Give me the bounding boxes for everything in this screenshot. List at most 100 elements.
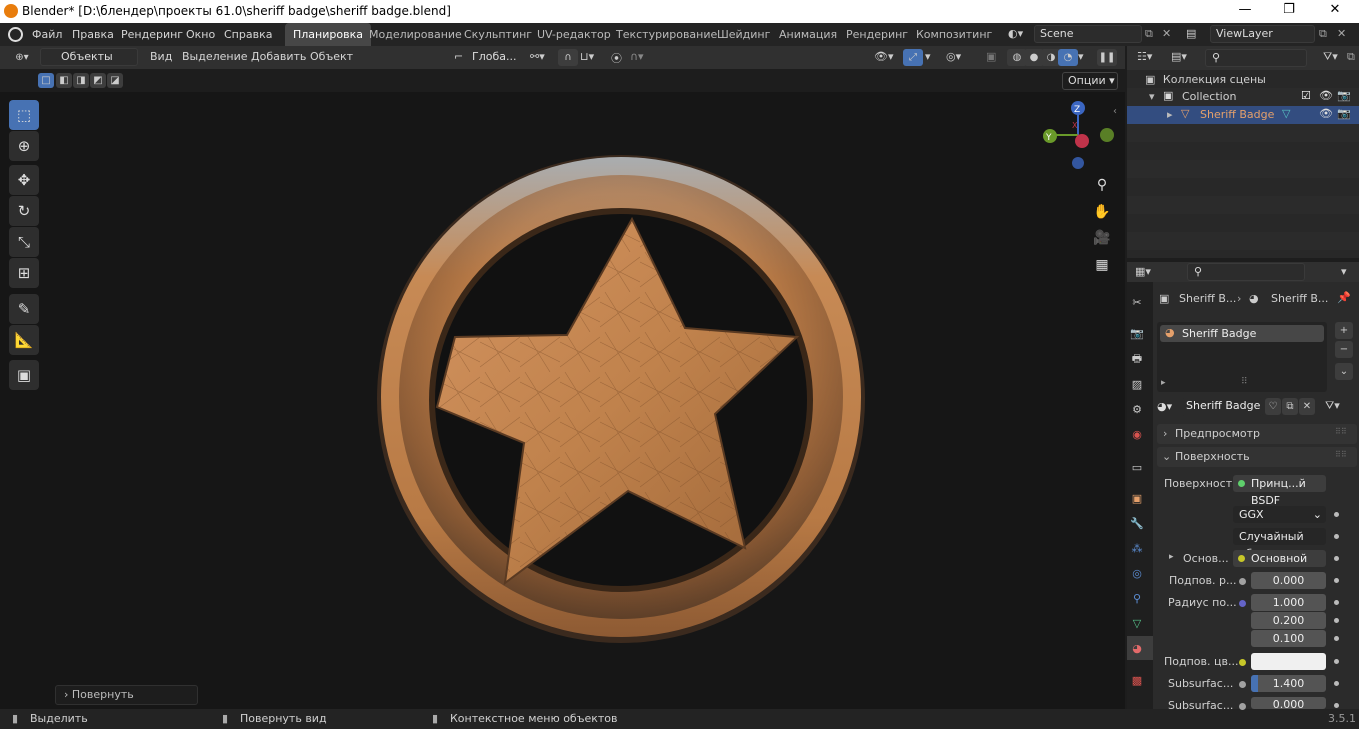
render-camera-icon[interactable]: 📷 (1337, 107, 1351, 120)
close-button[interactable]: ✕ (1312, 2, 1358, 20)
xray-icon[interactable]: ▣ (986, 50, 996, 63)
properties-editor-icon[interactable]: ▦▾ (1135, 265, 1151, 278)
view-layer-icon[interactable]: ▤ (1186, 27, 1196, 40)
keyframe-dot[interactable] (1334, 512, 1339, 517)
add-slot-button[interactable]: + (1335, 322, 1353, 339)
tab-texture-paint[interactable]: Текстурирование (608, 23, 725, 46)
material-name-field[interactable]: Sheriff Badge (1181, 398, 1263, 416)
scene-tab-icon[interactable]: ⚙ (1129, 401, 1145, 417)
sheriff-badge-model[interactable] (377, 155, 865, 643)
maximize-button[interactable]: ❐ (1266, 2, 1312, 20)
preview-panel-header[interactable]: › Предпросмотр ⠿⠿ (1157, 424, 1357, 444)
surface-shader-selector[interactable]: Принц...й BSDF (1233, 475, 1326, 507)
unlink-material-icon[interactable]: ✕ (1299, 398, 1315, 415)
snap-icon[interactable]: ∩ (558, 49, 578, 66)
texture-tab-icon[interactable]: ▩ (1129, 672, 1145, 688)
tab-sculpting[interactable]: Скульптинг (456, 23, 540, 46)
rendered-shading-icon[interactable]: ◔ (1058, 49, 1078, 66)
subsurface-anisotropy-field[interactable]: 0.000 (1251, 697, 1326, 709)
keyframe-dot[interactable] (1334, 556, 1339, 561)
base-color-link[interactable]: Основной цвет (1233, 550, 1326, 582)
new-collection-icon[interactable]: ⧉ (1347, 50, 1355, 64)
viewport-menu-view[interactable]: Вид (150, 50, 172, 63)
pause-render-icon[interactable]: ❚❚ (1097, 49, 1117, 66)
select-new-icon[interactable]: □ (38, 73, 54, 88)
subsurface-method-dropdown[interactable]: Случайный об... ⌄ (1233, 528, 1326, 560)
collection-tab-icon[interactable]: ▭ (1129, 459, 1145, 475)
radius-y-field[interactable]: 0.200 (1251, 612, 1326, 629)
select-intersect-icon[interactable]: ◪ (107, 73, 123, 88)
subsurface-value-field[interactable]: 0.000 (1251, 572, 1326, 589)
select-extend-icon[interactable]: ◧ (56, 73, 72, 88)
constraints-tab-icon[interactable]: ⚲ (1129, 590, 1145, 606)
modifiers-tab-icon[interactable]: 🔧 (1129, 515, 1145, 531)
delete-view-layer-icon[interactable]: ✕ (1337, 27, 1346, 40)
menu-render[interactable]: Рендеринг (121, 28, 183, 41)
duplicate-material-icon[interactable]: ⧉ (1282, 398, 1298, 415)
subsurface-ior-slider[interactable]: 1.400 (1251, 675, 1326, 692)
visibility-icon[interactable]: 👁▾ (874, 50, 894, 63)
select-subtract-icon[interactable]: ◨ (73, 73, 89, 88)
display-mode-icon[interactable]: ▤▾ (1171, 50, 1187, 63)
tab-layout[interactable]: Планировка (285, 23, 371, 46)
overlays-icon[interactable]: ◎▾ (946, 50, 961, 63)
expand-arrow-icon[interactable]: ▸ (1169, 552, 1174, 562)
surface-panel-header[interactable]: ⌄ Поверхность ⠿⠿ (1157, 447, 1357, 467)
3d-viewport[interactable]: ⬚ ⊕ ✥ ↻ ⤡ ⊞ ✎ 📐 ▣ Z Y X ⚲ ✋ 🎥 ▦ ‹ › Пове… (0, 92, 1125, 709)
new-view-layer-icon[interactable]: ⧉ (1319, 27, 1327, 41)
tab-modeling[interactable]: Моделирование (361, 23, 470, 46)
world-tab-icon[interactable]: ◉ (1129, 426, 1145, 442)
gizmo-options-icon[interactable]: ▾ (925, 50, 931, 63)
data-tab-icon[interactable]: ▽ (1129, 615, 1145, 631)
exclude-checkbox[interactable]: ☑ (1301, 89, 1311, 102)
keyframe-dot[interactable] (1334, 600, 1339, 605)
drag-handle-icon[interactable]: ⠿⠿ (1335, 450, 1347, 459)
scene-icon[interactable]: ◐▾ (1008, 27, 1032, 42)
material-browse-icon[interactable]: ◕▾ (1157, 398, 1181, 416)
perspective-grid-icon[interactable]: ▦ (1093, 256, 1111, 274)
falloff-icon[interactable]: ∩▾ (630, 50, 644, 63)
viewport-menu-add[interactable]: Добавить (251, 50, 306, 63)
viewport-menu-select[interactable]: Выделение (182, 50, 248, 63)
tab-uv-editing[interactable]: UV-редактор (529, 23, 619, 46)
select-invert-icon[interactable]: ◩ (90, 73, 106, 88)
properties-search-input[interactable]: ⚲ (1187, 263, 1305, 281)
outliner-row-sheriff-badge[interactable]: ▸ ▽ Sheriff Badge ▽ 👁 📷 (1127, 106, 1359, 124)
snap-target-icon[interactable]: ⊔▾ (580, 50, 594, 63)
drag-handle-icon[interactable]: ⠿⠿ (1335, 427, 1347, 436)
outliner-editor-icon[interactable]: ☷▾ (1137, 50, 1152, 63)
filter-icon[interactable]: ⛛▾ (1323, 50, 1338, 64)
keyframe-dot[interactable] (1334, 534, 1339, 539)
view-layer-tab-icon[interactable]: ▨ (1129, 376, 1145, 392)
keyframe-dot[interactable] (1334, 578, 1339, 583)
outliner-row-collection[interactable]: ▾ ▣ Collection ☑ 👁 📷 (1127, 88, 1359, 106)
render-tab-icon[interactable]: 📷 (1129, 325, 1145, 341)
menu-file[interactable]: Файл (32, 28, 62, 41)
tab-animation[interactable]: Анимация (771, 23, 845, 46)
viewport-menu-object[interactable]: Объект (310, 50, 353, 63)
editor-type-icon[interactable]: ⊕▾ (8, 49, 36, 66)
tab-rendering[interactable]: Рендеринг (838, 23, 916, 46)
view-layer-selector[interactable]: ViewLayer (1210, 25, 1315, 43)
remove-slot-button[interactable]: − (1335, 341, 1353, 358)
menu-edit[interactable]: Правка (72, 28, 114, 41)
scene-selector[interactable]: Scene (1034, 25, 1142, 43)
pin-icon[interactable]: 📌 (1337, 291, 1351, 304)
mesh-data-icon[interactable]: ▽ (1282, 107, 1290, 120)
options-dropdown[interactable]: Опции ▾ (1062, 72, 1118, 90)
blender-menu-icon[interactable] (8, 27, 23, 42)
eye-icon[interactable]: 👁 (1319, 107, 1333, 120)
transform-tool[interactable]: ⊞ (9, 258, 39, 288)
add-cube-tool[interactable]: ▣ (9, 360, 39, 390)
radius-x-field[interactable]: 1.000 (1251, 594, 1326, 611)
eye-icon[interactable]: 👁 (1319, 89, 1333, 102)
outliner-search-input[interactable]: ⚲ (1205, 49, 1307, 67)
navigation-gizmo[interactable]: Z Y X (1038, 98, 1118, 178)
cursor-tool[interactable]: ⊕ (9, 131, 39, 161)
pivot-point-icon[interactable]: ⚯▾ (530, 50, 545, 63)
camera-view-icon[interactable]: 🎥 (1093, 229, 1111, 247)
last-operator-panel[interactable]: › Повернуть (55, 685, 198, 705)
particles-tab-icon[interactable]: ⁂ (1129, 540, 1145, 556)
tab-compositing[interactable]: Композитинг (908, 23, 1000, 46)
keyframe-dot[interactable] (1334, 618, 1339, 623)
